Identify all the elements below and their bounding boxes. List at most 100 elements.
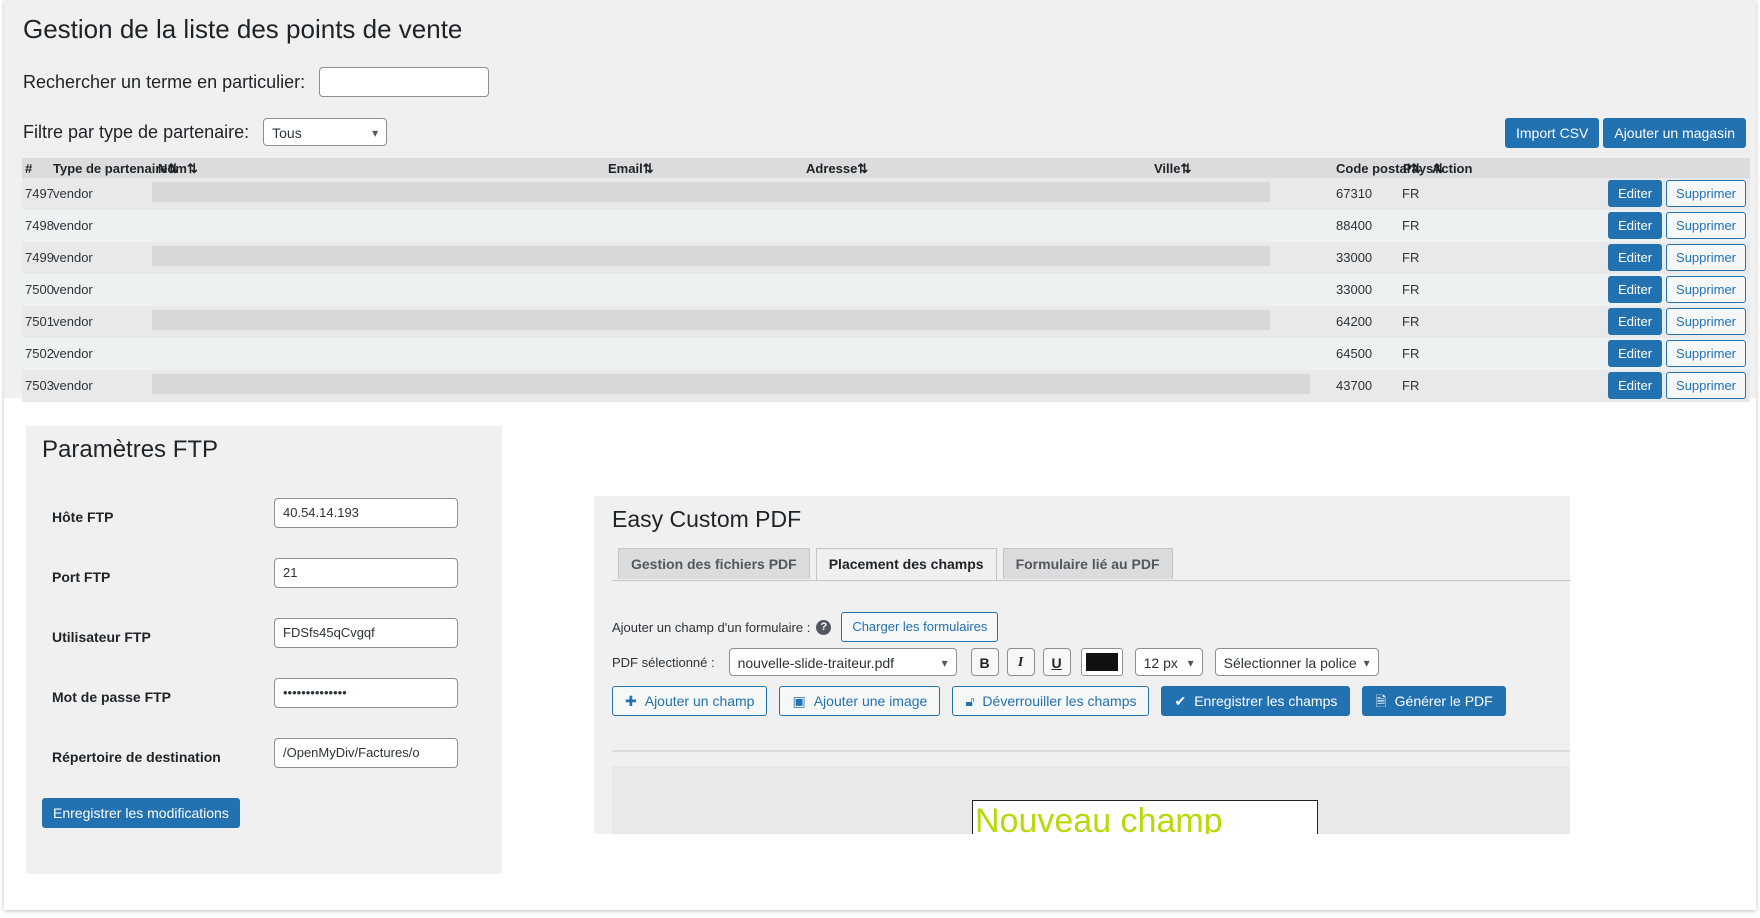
add-field-button[interactable]: ✚ Ajouter un champ [612,686,768,716]
check-icon: ✔ [1174,693,1187,709]
font-family-select[interactable]: Sélectionner la police ▾ [1214,648,1379,676]
row-type: vendor [53,378,93,393]
ftp-password-input[interactable]: •••••••••••••• [274,678,458,708]
tab-linked-form[interactable]: Formulaire lié au PDF [1002,548,1173,579]
row-type: vendor [53,250,93,265]
unlock-label: Déverrouiller les champs [982,693,1137,709]
add-image-label: Ajouter une image [813,693,928,709]
row-id: 7497 [25,186,54,201]
pdf-panel: Easy Custom PDF Gestion des fichiers PDF… [594,496,1570,834]
canvas-divider [612,750,1570,752]
delete-button[interactable]: Supprimer [1666,276,1746,303]
help-icon[interactable]: ? [816,619,832,635]
tabs-divider [612,580,1570,581]
row-actions: Editer Supprimer [1608,212,1746,239]
row-id: 7503 [25,378,54,393]
font-size-select[interactable]: 12 px ▾ [1134,648,1203,676]
table-row: 7500 vendor 33000 FR Editer Supprimer [22,274,1750,306]
redacted-content [152,310,1270,330]
pdf-canvas[interactable]: Nouveau champ [612,766,1570,834]
delete-button[interactable]: Supprimer [1666,340,1746,367]
ftp-port-label: Port FTP [52,569,111,585]
edit-button[interactable]: Editer [1608,308,1663,335]
row-id: 7498 [25,218,54,233]
chevron-down-icon: ▾ [372,126,379,140]
chevron-down-icon: ▾ [1363,656,1370,670]
selected-pdf-label: PDF sélectionné : [612,654,715,670]
pdf-title: Easy Custom PDF [612,506,802,532]
tab-pdf-files[interactable]: Gestion des fichiers PDF [618,548,810,579]
edit-button[interactable]: Editer [1608,340,1663,367]
delete-button[interactable]: Supprimer [1666,212,1746,239]
row-id: 7500 [25,282,54,297]
delete-button[interactable]: Supprimer [1666,244,1746,271]
delete-button[interactable]: Supprimer [1666,180,1746,207]
row-type: vendor [53,186,93,201]
row-country: FR [1402,250,1420,265]
edit-button[interactable]: Editer [1608,372,1663,399]
pdf-field-text: Nouveau champ [975,802,1223,834]
row-id: 7502 [25,346,54,361]
table-row: 7497 vendor 67310 FR Editer Supprimer [22,178,1750,210]
ftp-user-input[interactable]: FDSfs45qCvgqf [274,618,458,648]
table-row: 7501 vendor 64200 FR Editer Supprimer [22,306,1750,338]
col-city[interactable]: Ville⇅ [1154,161,1191,177]
col-address[interactable]: Adresse⇅ [806,161,868,177]
edit-button[interactable]: Editer [1608,276,1663,303]
load-forms-button[interactable]: Charger les formulaires [841,612,999,642]
ftp-settings-panel: Paramètres FTP Hôte FTP 40.54.14.193 Por… [26,426,502,874]
col-name[interactable]: Nom⇅ [158,161,198,177]
row-country: FR [1402,346,1420,361]
row-country: FR [1402,378,1420,393]
ftp-user-label: Utilisateur FTP [52,629,151,645]
col-action: Action [1432,161,1473,176]
search-label: Rechercher un terme en particulier: [23,71,306,92]
row-actions: Editer Supprimer [1608,372,1746,399]
generate-pdf-button[interactable]: 🗎︎ Générer le PDF [1362,686,1506,716]
ftp-host-label: Hôte FTP [52,509,114,525]
row-actions: Editer Supprimer [1608,276,1746,303]
search-row: Rechercher un terme en particulier: [23,67,490,97]
document-icon: 🗎︎ [1375,693,1387,709]
search-input[interactable] [319,67,490,97]
tab-field-placement[interactable]: Placement des champs [815,548,997,580]
add-store-button[interactable]: Ajouter un magasin [1603,118,1746,148]
delete-button[interactable]: Supprimer [1666,372,1746,399]
ftp-save-button[interactable]: Enregistrer les modifications [42,798,240,828]
underline-button[interactable]: U [1042,648,1071,676]
save-fields-button[interactable]: ✔ Enregistrer les champs [1161,686,1351,716]
filter-row: Filtre par type de partenaire: Tous ▾ [23,118,388,146]
plus-icon: ✚ [625,693,637,709]
top-actions: Import CSV Ajouter un magasin [1505,118,1746,148]
table-header: # Type de partenaire⇅ Nom⇅ Email⇅ Adress… [22,158,1750,178]
pdf-tabs: Gestion des fichiers PDF Placement des c… [618,548,1173,580]
row-id: 7499 [25,250,54,265]
row-actions: Editer Supprimer [1608,340,1746,367]
delete-button[interactable]: Supprimer [1666,308,1746,335]
partner-type-select[interactable]: Tous ▾ [263,118,388,146]
ftp-title: Paramètres FTP [42,436,219,463]
edit-button[interactable]: Editer [1608,244,1663,271]
row-type: vendor [53,346,93,361]
import-csv-button[interactable]: Import CSV [1505,118,1600,148]
font-family-value: Sélectionner la police [1223,655,1357,671]
image-icon: ▣ [792,693,806,709]
ftp-port-input[interactable]: 21 [274,558,458,588]
font-size-value: 12 px [1143,655,1178,671]
stores-table: # Type de partenaire⇅ Nom⇅ Email⇅ Adress… [22,158,1750,402]
pdf-select[interactable]: nouvelle-slide-traiteur.pdf ▾ [728,648,957,676]
edit-button[interactable]: Editer [1608,180,1663,207]
text-color-picker[interactable] [1080,648,1123,676]
italic-button[interactable]: I [1006,648,1035,676]
bold-button[interactable]: B [970,648,999,676]
ftp-host-input[interactable]: 40.54.14.193 [274,498,458,528]
add-image-button[interactable]: ▣ Ajouter une image [779,686,941,716]
pdf-field[interactable]: Nouveau champ [972,800,1318,834]
row-actions: Editer Supprimer [1608,244,1746,271]
col-email[interactable]: Email⇅ [608,161,654,177]
ftp-dir-input[interactable]: /OpenMyDiv/Factures/o [274,738,458,768]
unlock-fields-button[interactable]: 🔓︎ Déverrouiller les champs [952,686,1150,716]
row-country: FR [1402,314,1420,329]
row-postal: 67310 [1336,186,1373,201]
edit-button[interactable]: Editer [1608,212,1663,239]
